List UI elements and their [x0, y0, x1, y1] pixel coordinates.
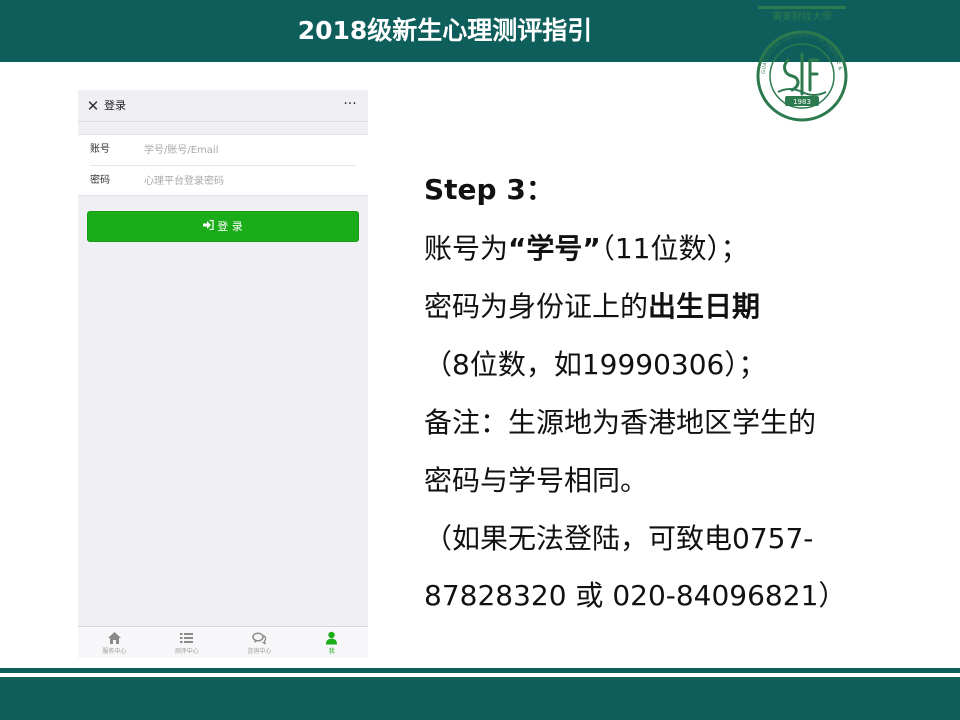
- instruction-line: 备注：生源地为香港地区学生的: [424, 406, 817, 439]
- instruction-line: （8位数，如19990306）；: [424, 348, 767, 381]
- user-icon: [296, 630, 369, 645]
- phone-nav-bar: ✕ 登录 ···: [78, 90, 368, 122]
- account-input[interactable]: [144, 139, 354, 161]
- tab-label: 测评中心: [174, 648, 199, 655]
- footer-line: [0, 668, 960, 673]
- tab-label: 咨询中心: [247, 648, 272, 655]
- instruction-line: 密码为身份证上的出生日期: [424, 287, 760, 327]
- account-label: 账号: [90, 144, 110, 155]
- emphasis-text: “学号”: [508, 232, 601, 265]
- step-title: Step 3：: [424, 173, 554, 206]
- sign-in-icon: [203, 213, 214, 242]
- password-row: 密码: [78, 166, 368, 196]
- close-icon[interactable]: ✕: [84, 96, 102, 116]
- tab-consultation-center[interactable]: 咨询中心: [223, 627, 296, 658]
- tab-service-center[interactable]: 服务中心: [78, 627, 151, 658]
- tab-label: 服务中心: [102, 648, 127, 655]
- tab-assessment-center[interactable]: 测评中心: [151, 627, 224, 658]
- chat-icon: [223, 630, 296, 645]
- instruction-text: 密码为身份证上的: [424, 290, 649, 323]
- ellipsis-icon[interactable]: ···: [340, 94, 360, 114]
- seal-year: 1983: [793, 98, 811, 106]
- login-button[interactable]: 登 录: [87, 211, 359, 242]
- instruction-line: （如果无法登陆，可致电0757-: [424, 522, 814, 555]
- tab-me[interactable]: 我: [296, 627, 369, 658]
- password-input[interactable]: [144, 170, 354, 192]
- instruction-text: 账号为: [424, 232, 509, 265]
- instruction-line: 87828320 或 020-84096821）: [424, 579, 847, 612]
- list-icon: [151, 630, 224, 645]
- tab-bar: 服务中心 测评中心 咨询中心 我: [78, 626, 368, 658]
- home-icon: [78, 630, 151, 645]
- instruction-line: 密码与学号相同。: [424, 464, 649, 497]
- login-form: 账号 密码: [78, 134, 368, 196]
- seal-arc-text: 廣東財經大學: [772, 10, 832, 23]
- tab-label: 我: [328, 648, 335, 655]
- phone-screenshot: ✕ 登录 ··· 账号 密码 登 录 服务中心 测评中心: [78, 90, 368, 658]
- login-button-label: 登 录: [217, 220, 243, 233]
- instruction-line: 账号为“学号”（11位数）；: [424, 229, 748, 269]
- nav-title: 登录: [104, 99, 126, 112]
- account-row: 账号: [78, 135, 368, 166]
- instruction-text: （11位数）；: [600, 232, 749, 265]
- emphasis-text: 出生日期: [648, 290, 761, 323]
- university-seal: 廣東財經大學 GUANGDONG UNIVERSITY OF FINANCE &…: [750, 0, 852, 124]
- footer-bar: [0, 677, 960, 720]
- password-label: 密码: [90, 175, 110, 186]
